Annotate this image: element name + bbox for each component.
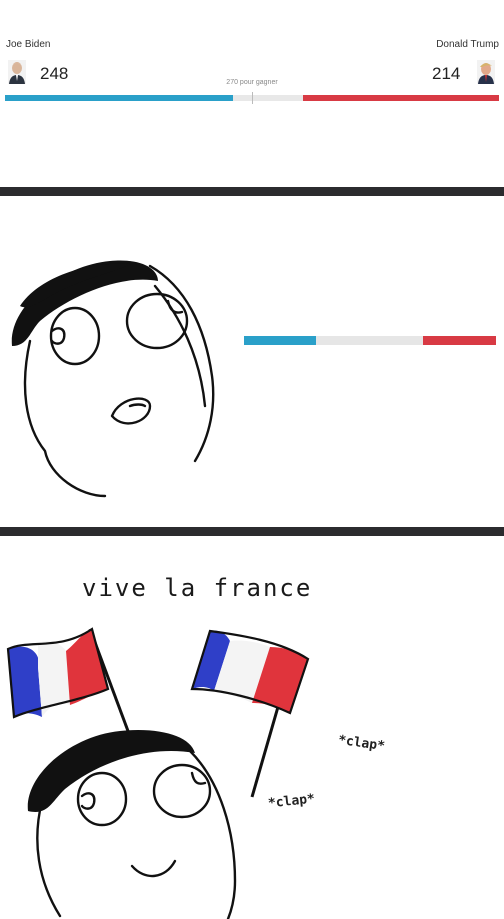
election-scoreboard-panel: Joe Biden Donald Trump 248 214 270 pour …: [0, 0, 504, 187]
remaining-progress-bar: [233, 95, 303, 101]
biden-progress-bar: [5, 95, 233, 101]
comic-panel-thinking: [0, 196, 504, 527]
rage-face-drawing: [27, 730, 237, 919]
panel-caption: vive la france: [82, 574, 313, 602]
threshold-label: 270 pour gagner: [226, 79, 278, 86]
mini-bar-blue: [244, 336, 316, 345]
comic-panel-celebration: vive la france *clap* *clap*: [0, 536, 504, 919]
left-candidate-name: Joe Biden: [6, 39, 51, 50]
rage-face-drawing: [11, 260, 215, 498]
trump-progress-bar: [303, 95, 499, 101]
panel-divider: [0, 187, 504, 196]
mini-bar-neutral: [316, 336, 423, 345]
panel-divider: [0, 527, 504, 536]
clap-sound-text: *clap*: [337, 732, 386, 755]
threshold-marker: [252, 92, 253, 104]
right-candidate-name: Donald Trump: [436, 39, 499, 50]
mini-bar-red: [423, 336, 496, 345]
